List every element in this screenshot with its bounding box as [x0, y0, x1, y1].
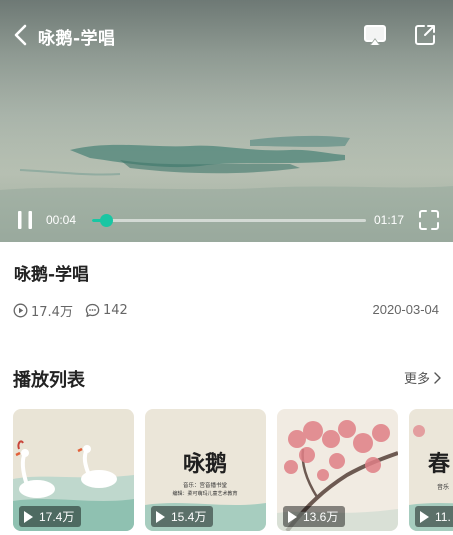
playlist-card[interactable]: 春 音乐 11. [409, 409, 453, 531]
total-time: 01:17 [374, 213, 405, 227]
card-play-count: 13.6万 [303, 510, 339, 524]
art-credit-editor: 编辑：柔可萌玛儿童艺术教育 [172, 490, 237, 497]
play-count-badge: 15.4万 [151, 506, 214, 527]
play-count: 17.4万 [13, 301, 73, 320]
art-title: 咏鹅 [183, 451, 227, 477]
comment-count[interactable]: 142 [85, 303, 128, 318]
play-count-badge: 17.4万 [19, 506, 82, 527]
share-icon[interactable] [412, 22, 438, 48]
playlist-card[interactable]: 13.6万 [277, 409, 398, 531]
play-count-icon [13, 303, 28, 317]
play-icon [288, 510, 297, 523]
play-icon [24, 510, 33, 523]
cast-icon[interactable] [362, 22, 388, 48]
current-time: 00:04 [46, 213, 77, 227]
video-info-title: 咏鹅-学唱 [14, 265, 90, 285]
video-player[interactable]: 咏鹅-学唱 00:04 01:17 [0, 0, 453, 242]
card-play-count: 15.4万 [171, 510, 207, 524]
video-title: 咏鹅-学唱 [38, 29, 116, 49]
play-count-badge: 11. [415, 506, 453, 527]
publish-date: 2020-03-04 [372, 302, 440, 317]
pause-icon[interactable] [14, 209, 36, 231]
card-play-count: 11. [435, 509, 451, 524]
comment-count-value: 142 [102, 302, 128, 318]
progress-bar[interactable] [92, 214, 366, 227]
art-credit: 音乐 [437, 483, 449, 491]
more-label: 更多 [403, 372, 430, 387]
playlist-card[interactable]: 咏鹅 音乐：宫音播书堂 编辑：柔可萌玛儿童艺术教育 15.4万 [145, 409, 266, 531]
more-button[interactable]: 更多 [404, 368, 441, 387]
chevron-right-icon [434, 371, 441, 384]
playlist-row[interactable]: 17.4万 咏鹅 音乐：宫音播书堂 编辑：柔可萌玛儿童艺术教育 15.4万 13… [13, 409, 453, 531]
art-title: 春 [428, 451, 450, 477]
playlist-card[interactable]: 17.4万 [13, 409, 134, 531]
comment-icon [85, 303, 100, 317]
player-top-bar: 咏鹅-学唱 [0, 0, 453, 70]
play-icon [156, 510, 165, 523]
chevron-left-icon[interactable] [10, 22, 34, 48]
play-count-badge: 13.6万 [283, 506, 346, 527]
playlist-heading: 播放列表 [13, 370, 85, 391]
play-icon [420, 510, 429, 523]
art-credit-music: 音乐：宫音播书堂 [183, 481, 228, 489]
card-play-count: 17.4万 [39, 510, 75, 524]
play-count-value: 17.4万 [31, 304, 73, 320]
fullscreen-icon[interactable] [418, 209, 440, 231]
video-stats: 17.4万 142 [13, 301, 140, 320]
progress-thumb[interactable] [100, 214, 114, 227]
player-controls: 00:04 01:17 [0, 200, 453, 240]
